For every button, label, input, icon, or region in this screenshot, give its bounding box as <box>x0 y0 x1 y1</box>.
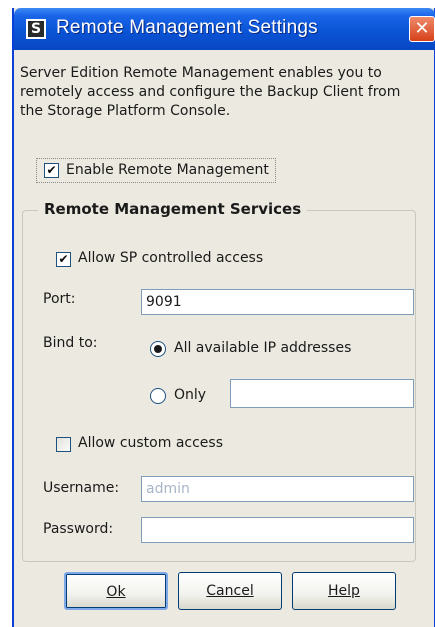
port-label: Port: <box>43 291 76 307</box>
password-field[interactable] <box>141 517 414 543</box>
enable-remote-checkbox[interactable]: ✔ <box>44 163 59 178</box>
bind-all-radio[interactable] <box>150 341 166 357</box>
radio-selected-dot <box>154 345 162 353</box>
password-label: Password: <box>43 521 114 537</box>
ok-button-label: Ok <box>106 584 126 600</box>
cancel-button-label: Cancel <box>206 583 254 599</box>
allow-custom-label: Allow custom access <box>78 435 224 451</box>
cancel-button[interactable]: Cancel <box>178 572 282 610</box>
help-button[interactable]: Help <box>292 572 396 610</box>
title-bar[interactable]: S Remote Management Settings ✕ <box>14 8 435 50</box>
port-field[interactable]: 9091 <box>141 289 414 315</box>
intro-text: Server Edition Remote Management enables… <box>20 65 401 119</box>
username-label: Username: <box>43 480 120 496</box>
help-button-label: Help <box>328 583 360 599</box>
close-icon[interactable]: ✕ <box>409 16 435 42</box>
allow-custom-checkbox[interactable] <box>56 437 71 452</box>
enable-remote-label: Enable Remote Management <box>66 162 269 178</box>
bind-only-ip-field[interactable] <box>230 379 414 408</box>
app-icon: S <box>26 19 46 39</box>
allow-sp-checkbox[interactable]: ✔ <box>56 252 71 267</box>
bind-to-label: Bind to: <box>43 335 98 351</box>
bind-only-radio[interactable] <box>150 388 166 404</box>
bind-only-label: Only <box>174 387 207 403</box>
allow-sp-label: Allow SP controlled access <box>78 250 264 266</box>
username-field[interactable]: admin <box>141 476 414 502</box>
window-title: Remote Management Settings <box>56 17 318 38</box>
services-group-title: Remote Management Services <box>38 200 308 218</box>
ok-button[interactable]: Ok <box>64 572 168 610</box>
bind-all-label: All available IP addresses <box>174 340 352 356</box>
